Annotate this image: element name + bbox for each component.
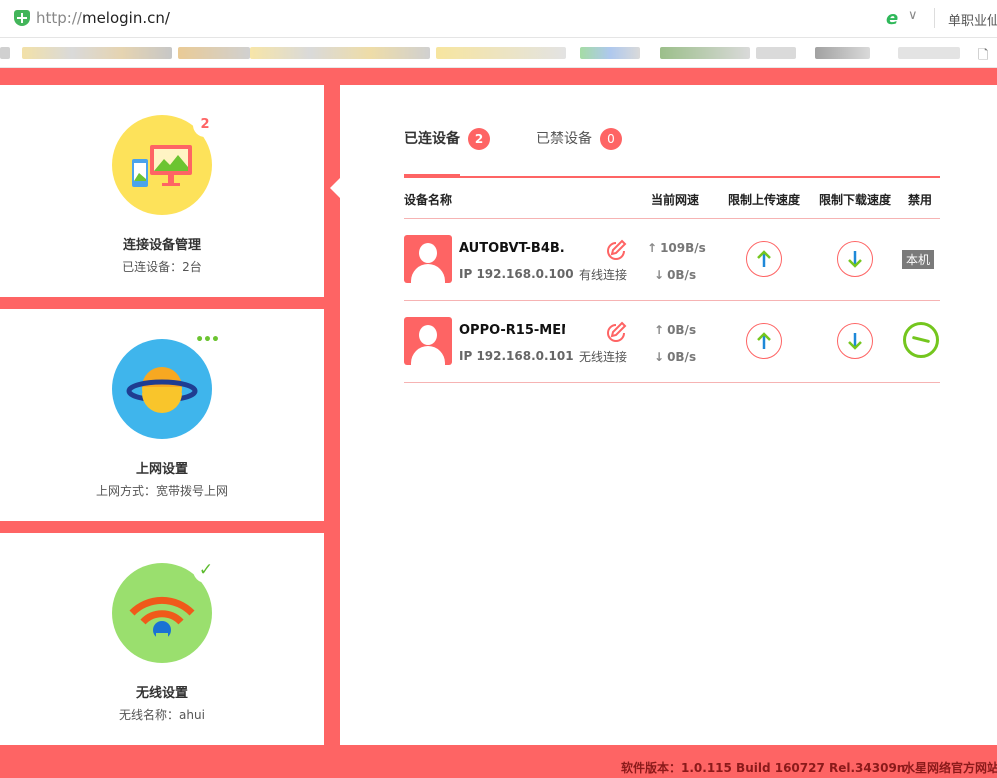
- side-link[interactable]: 单职业仙: [948, 10, 997, 29]
- limit-upload-button[interactable]: [746, 323, 782, 359]
- card-subtitle: 无线名称：ahui: [119, 708, 205, 722]
- bookmark-item[interactable]: [660, 47, 750, 59]
- official-site-link[interactable]: 水星网络官方网站: [903, 759, 997, 776]
- user-avatar-icon: [404, 235, 452, 283]
- bookmark-item[interactable]: [756, 47, 796, 59]
- chevron-down-icon[interactable]: ∨: [908, 8, 918, 23]
- edit-icon[interactable]: [604, 238, 628, 262]
- limit-download-button[interactable]: [837, 323, 873, 359]
- col-header-download-limit: 限制下载速度: [819, 193, 892, 207]
- tab-blocked[interactable]: 已禁设备 0: [536, 128, 622, 150]
- bookmark-item[interactable]: [436, 47, 566, 59]
- bookmark-item[interactable]: [178, 47, 250, 59]
- connection-type: 无线连接: [579, 350, 628, 364]
- col-header-name: 设备名称: [404, 193, 453, 207]
- limit-download-button[interactable]: [837, 241, 873, 277]
- limit-upload-button[interactable]: [746, 241, 782, 277]
- down-arrow-icon: ↓: [654, 268, 665, 282]
- down-arrow-icon: ↓: [654, 350, 665, 364]
- row-divider: [404, 382, 940, 383]
- bookmark-item[interactable]: [250, 47, 430, 59]
- router-admin-page: 2 连接设备管理 已连设备：2台 ••• 上网设置 上网方式：宽带拨号上网 ✓ …: [0, 68, 997, 778]
- count-badge: 2: [468, 128, 490, 150]
- card-wireless-settings[interactable]: ✓ 无线设置 无线名称：ahui: [0, 533, 324, 745]
- check-icon: ✓: [193, 557, 219, 583]
- device-ip: IP 192.168.0.100: [459, 267, 574, 281]
- arrow-up-icon: [757, 332, 771, 349]
- browser-engine-icon[interactable]: e: [886, 8, 898, 29]
- security-shield-icon[interactable]: [14, 10, 30, 26]
- software-version: 软件版本：1.0.115 Build 160727 Rel.34309n: [621, 761, 906, 775]
- bookmark-item[interactable]: [22, 47, 172, 59]
- top-strip: [0, 68, 997, 85]
- card-internet-settings[interactable]: ••• 上网设置 上网方式：宽带拨号上网: [0, 309, 324, 521]
- table-row: OPPO-R15-MEN... IP 192.168.0.101 无线连接 ↑0…: [404, 301, 940, 383]
- card-title: 上网设置: [135, 462, 188, 477]
- device-panel: 已连设备 2 已禁设备 0 设备名称 当前网速 限制上传速度 限制下载速度 禁用 A…: [340, 85, 997, 745]
- arrow-down-icon: [848, 333, 862, 350]
- connection-type: 有线连接: [579, 268, 628, 282]
- download-speed: ↓ 0B/s: [654, 268, 697, 282]
- bookmarks-bar: 🗋: [0, 38, 997, 68]
- col-header-speed: 当前网速: [651, 193, 700, 207]
- device-name: AUTOBVT-B4B...: [459, 241, 565, 256]
- count-badge: 0: [600, 128, 622, 150]
- document-icon[interactable]: 🗋: [978, 46, 988, 68]
- upload-speed: ↑ 0B/s: [654, 323, 697, 337]
- arrow-up-icon: [757, 250, 771, 267]
- bookmark-item[interactable]: [0, 47, 10, 59]
- divider: [934, 8, 935, 28]
- url-field[interactable]: http://melogin.cn/: [36, 9, 170, 27]
- edit-icon[interactable]: [604, 320, 628, 344]
- more-icon: •••: [193, 333, 221, 357]
- this-device-badge: 本机: [902, 250, 935, 269]
- notification-badge: 2: [193, 113, 217, 137]
- device-ip: IP 192.168.0.101: [459, 349, 574, 363]
- arrow-down-icon: [848, 251, 862, 268]
- card-connected-devices[interactable]: 2 连接设备管理 已连设备：2台: [0, 85, 324, 297]
- tab-connected[interactable]: 已连设备 2: [404, 128, 490, 150]
- upload-speed: ↑ 109B/s: [647, 241, 706, 255]
- col-header-upload-limit: 限制上传速度: [728, 193, 801, 207]
- up-arrow-icon: ↑: [647, 241, 658, 255]
- active-card-pointer: [330, 176, 342, 200]
- bookmark-item[interactable]: [580, 47, 640, 59]
- col-header-ban: 禁用: [908, 193, 933, 207]
- download-speed: ↓ 0B/s: [654, 350, 697, 364]
- active-tab-indicator: [404, 174, 460, 177]
- table-row: AUTOBVT-B4B... IP 192.168.0.100 有线连接 ↑ 10…: [404, 219, 940, 301]
- device-name: OPPO-R15-MEN...: [459, 323, 565, 338]
- user-avatar-icon: [404, 317, 452, 365]
- card-title: 无线设置: [135, 686, 188, 701]
- up-arrow-icon: ↑: [654, 323, 665, 337]
- card-subtitle: 已连设备：2台: [122, 260, 202, 274]
- tab-divider: [404, 176, 940, 178]
- bookmark-item[interactable]: [815, 47, 870, 59]
- ban-device-button[interactable]: [903, 322, 939, 358]
- card-subtitle: 上网方式：宽带拨号上网: [95, 484, 228, 498]
- footer: 软件版本：1.0.115 Build 160727 Rel.34309n 水星网…: [0, 745, 997, 778]
- card-title: 连接设备管理: [122, 238, 201, 253]
- bookmark-item[interactable]: [898, 47, 960, 59]
- browser-address-bar: http://melogin.cn/ e ∨ 单职业仙: [0, 0, 997, 38]
